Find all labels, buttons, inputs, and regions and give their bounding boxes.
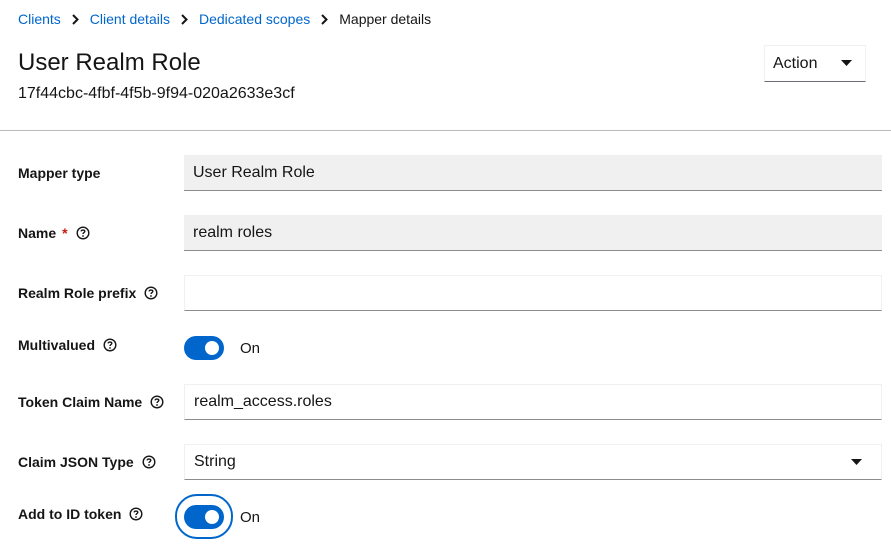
multivalued-toggle[interactable] — [184, 336, 224, 360]
breadcrumb-clients[interactable]: Clients — [18, 11, 61, 27]
add-to-id-token-toggle-row: On — [175, 494, 261, 539]
chevron-right-icon — [72, 13, 79, 25]
page-title: User Realm Role — [18, 49, 201, 76]
add-to-id-token-state: On — [240, 508, 261, 526]
add-to-id-token-label: Add to ID token — [18, 504, 143, 524]
breadcrumb: Clients Client details Dedicated scopes … — [18, 9, 431, 29]
required-asterisk: * — [62, 225, 68, 241]
multivalued-label-text: Multivalued — [18, 337, 96, 353]
add-to-id-token-label-text: Add to ID token — [18, 506, 122, 522]
token-claim-name-input[interactable]: realm_access.roles — [184, 384, 882, 420]
name-field: realm roles — [184, 215, 882, 251]
caret-down-icon — [851, 458, 862, 466]
action-label: Action — [773, 54, 818, 72]
name-label: Name * — [18, 223, 90, 243]
help-icon[interactable] — [144, 286, 158, 300]
breadcrumb-client-details[interactable]: Client details — [90, 11, 170, 27]
token-claim-name-label-text: Token Claim Name — [18, 394, 143, 410]
focus-ring — [175, 494, 233, 539]
toggle-knob — [205, 510, 219, 524]
mapper-id: 17f44cbc-4fbf-4f5b-9f94-020a2633e3cf — [18, 85, 295, 102]
realm-role-prefix-label-text: Realm Role prefix — [18, 285, 137, 301]
caret-down-icon — [841, 60, 852, 67]
help-icon[interactable] — [142, 455, 156, 469]
claim-json-type-label: Claim JSON Type — [18, 452, 156, 472]
chevron-right-icon — [181, 13, 188, 25]
claim-json-type-value: String — [194, 453, 236, 470]
realm-role-prefix-input[interactable] — [184, 275, 882, 311]
multivalued-toggle-row: On — [184, 336, 260, 360]
token-claim-name-label: Token Claim Name — [18, 392, 164, 412]
breadcrumb-dedicated-scopes[interactable]: Dedicated scopes — [199, 11, 310, 27]
add-to-id-token-toggle[interactable] — [175, 494, 233, 539]
claim-json-type-label-text: Claim JSON Type — [18, 454, 134, 470]
help-icon[interactable] — [129, 507, 143, 521]
help-icon[interactable] — [103, 338, 117, 352]
mapper-type-field: User Realm Role — [184, 155, 882, 191]
help-icon[interactable] — [76, 226, 90, 240]
action-dropdown[interactable]: Action — [764, 45, 866, 82]
header-divider — [0, 130, 891, 131]
multivalued-label: Multivalued — [18, 335, 117, 355]
claim-json-type-select[interactable]: String — [184, 444, 882, 480]
toggle-knob — [205, 341, 219, 355]
name-label-text: Name — [18, 225, 57, 241]
multivalued-state: On — [240, 339, 261, 357]
mapper-type-label-text: Mapper type — [18, 165, 101, 181]
mapper-type-label: Mapper type — [18, 163, 100, 183]
realm-role-prefix-label: Realm Role prefix — [18, 283, 158, 303]
help-icon[interactable] — [150, 395, 164, 409]
breadcrumb-current: Mapper details — [339, 11, 432, 27]
chevron-right-icon — [321, 13, 329, 25]
